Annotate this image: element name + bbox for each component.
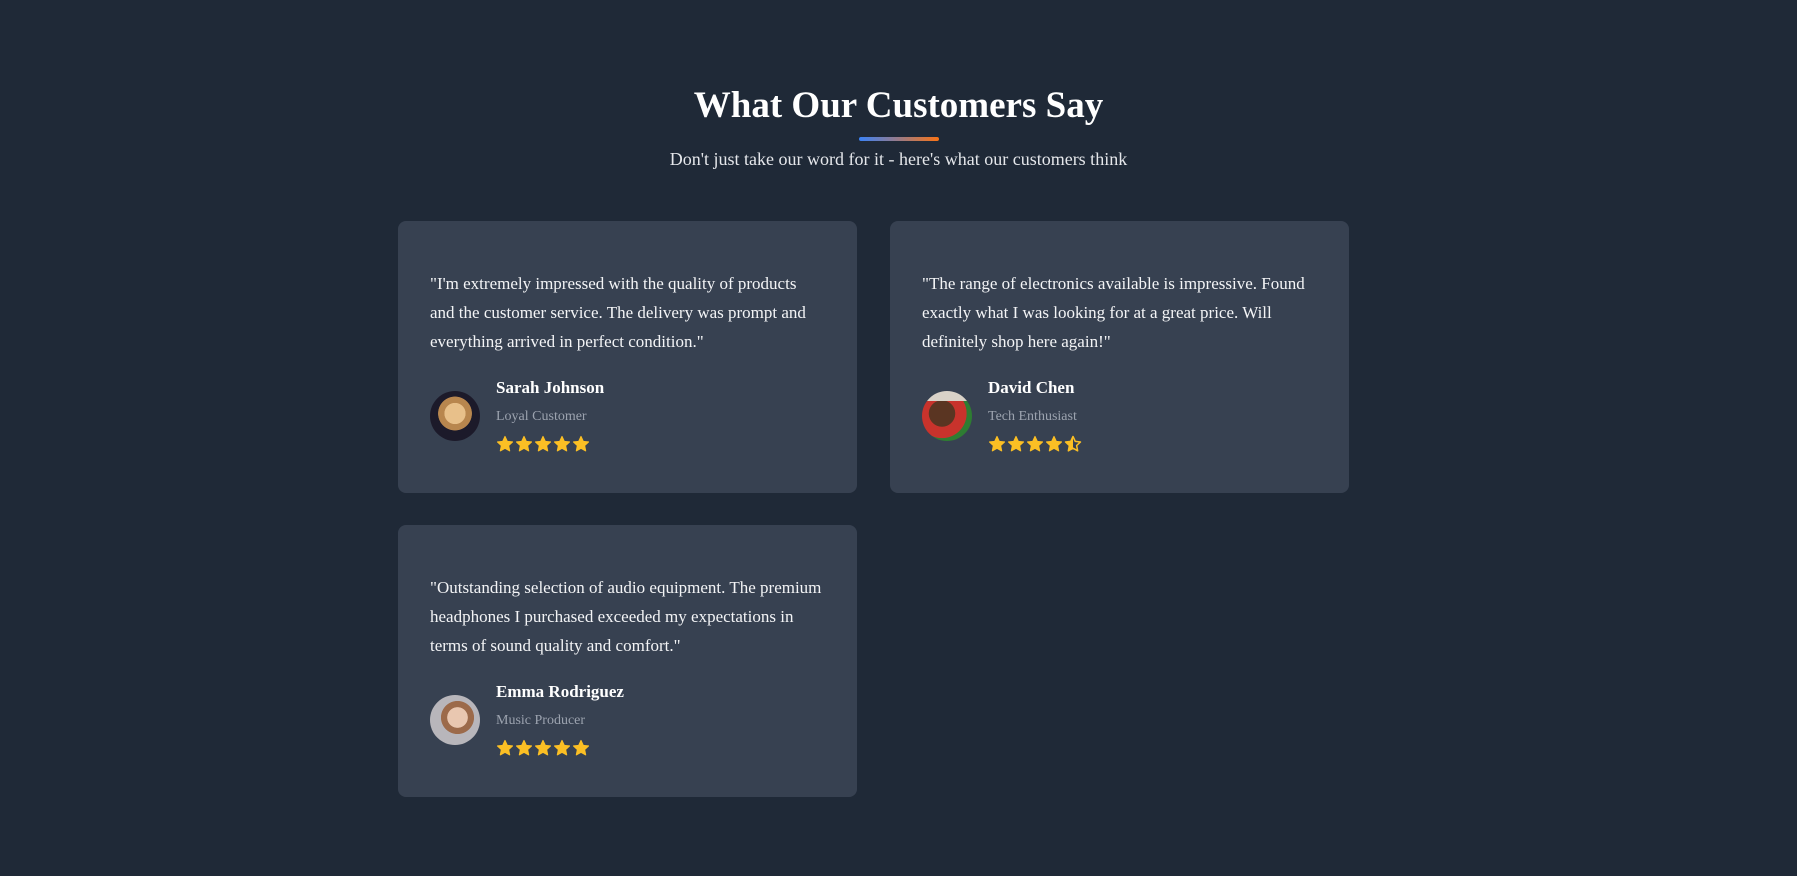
star-icon [1007, 435, 1025, 452]
star-icon [572, 739, 590, 756]
author-name: Sarah Johnson [496, 378, 605, 397]
author-role: Music Producer [496, 713, 586, 728]
star-icon [572, 435, 590, 452]
star-icon [534, 739, 552, 756]
star-icon [496, 435, 514, 452]
title-underline [858, 137, 939, 141]
star-icon [515, 739, 533, 756]
star-icon [988, 435, 1006, 452]
testimonial-quote: "Outstanding selection of audio equipmen… [430, 578, 822, 655]
author-role: Tech Enthusiast [988, 409, 1077, 424]
avatar [430, 694, 480, 745]
star-rating [496, 435, 604, 453]
author-name: David Chen [988, 378, 1075, 397]
avatar [430, 390, 480, 441]
star-rating [496, 739, 624, 757]
testimonial-card: "The range of electronics available is i… [890, 221, 1349, 493]
star-rating [988, 435, 1082, 453]
star-icon [496, 739, 514, 756]
testimonial-card: "Outstanding selection of audio equipmen… [398, 525, 857, 797]
star-icon [1026, 435, 1044, 452]
section-subtitle: Don't just take our word for it - here's… [669, 149, 1128, 169]
testimonial-card: "I'm extremely impressed with the qualit… [398, 221, 857, 493]
star-icon [515, 435, 533, 452]
testimonial-quote: "The range of electronics available is i… [922, 274, 1305, 351]
avatar [922, 390, 972, 441]
author-name: Emma Rodriguez [496, 682, 624, 701]
star-half-icon [1064, 435, 1082, 452]
star-icon [1045, 435, 1063, 452]
star-icon [553, 435, 571, 452]
star-icon [534, 435, 552, 452]
testimonial-quote: "I'm extremely impressed with the qualit… [430, 274, 806, 351]
star-icon [553, 739, 571, 756]
author-role: Loyal Customer [496, 409, 587, 424]
section-header: What Our Customers Say Don't just take o… [0, 84, 1797, 170]
section-title: What Our Customers Say [693, 85, 1104, 126]
